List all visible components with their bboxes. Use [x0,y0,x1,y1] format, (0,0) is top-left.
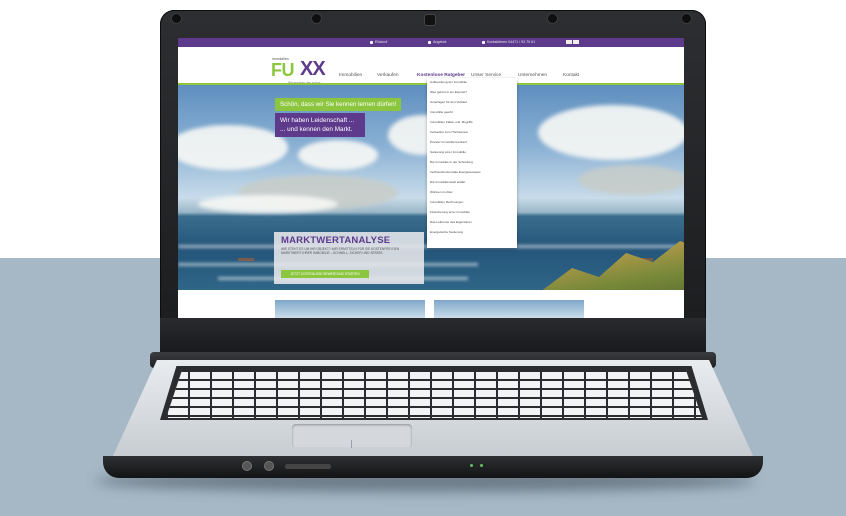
dropdown-item[interactable]: Finanzierung einer Immobilie [430,210,470,214]
site-topbar: Rückruf Angebot Kontaktieren 04471 / 93 … [178,38,684,47]
cloud [578,165,684,195]
topbar-contact-link[interactable]: Kontaktieren 04471 / 93 70 61 [482,40,535,44]
lid-screw-icon [312,14,321,23]
nav-unternehmen[interactable]: Unternehmen [518,73,547,78]
hero-headline-green: Schön, dass wir Sie kennen lernen dürfen… [275,98,402,111]
topbar-contact-label: Kontaktieren 04471 / 93 70 61 [487,40,536,44]
dropdown-item[interactable]: Sanierung einer Immobilie [430,150,466,154]
dropdown-item[interactable]: Was gehört in ein Exposé? [430,90,467,94]
logo-xx[interactable]: XX [300,58,326,81]
heart-icon [370,40,373,44]
phone-icon [482,40,485,44]
dropdown-item[interactable]: Verbraucherzentrale Energieausweis [430,170,481,174]
teaser-image[interactable] [275,300,425,318]
keyboard[interactable] [166,370,702,418]
nav-verkaufen[interactable]: Verkaufen [377,73,399,78]
nav-kontakt[interactable]: Kontakt [563,73,579,78]
touchpad-divider [351,440,352,448]
lid-screw-icon [172,14,181,23]
lid-screw-icon [682,14,691,23]
marktwert-start-button[interactable]: JETZT KOSTENLOSE BEWERTUNG STARTEN [281,270,369,278]
cloud [298,140,378,170]
cloud [538,105,684,160]
dropdown-item[interactable]: Das Leibrente des Eigentümer [430,220,472,224]
language-switcher[interactable] [566,40,580,45]
topbar-callback-label: Rückruf [375,40,388,44]
ship [238,258,254,261]
dropdown-item[interactable]: Wohnen im Alter [430,190,453,194]
dropdown-item[interactable]: Die Immobilie in der Scheidung [430,160,473,164]
audio-port-icon [243,462,251,470]
topbar-callback-link[interactable]: Rückruf [370,40,387,44]
dropdown-item[interactable]: Aufbereitung der Immobilie [430,80,467,84]
dropdown-item[interactable]: Unterlagen für den Verkauf [430,100,467,104]
card-slot [285,464,331,469]
flag-de-icon[interactable] [566,40,572,44]
dropdown-item[interactable]: Immobilien Fallen und -Begriffe [430,120,473,124]
cloud [198,195,338,213]
ratgeber-dropdown-menu: Aufbereitung der Immobilie Was gehört in… [427,78,517,248]
dune-grass [536,241,684,290]
topbar-offer-link[interactable]: Angebot [428,40,446,44]
hero-headline-purple: Wir haben Leidenschaft ... ... und kenne… [275,113,365,137]
status-led-icon [480,464,483,467]
dropdown-item[interactable]: Die Immobilienwelt erklärt [430,180,465,184]
dropdown-item[interactable]: Immobilien Rechnungen [430,200,463,204]
teaser-image[interactable] [434,300,584,318]
laptop-front-edge [103,456,763,478]
lid-screw-icon [548,14,557,23]
flag-en-icon[interactable] [573,40,579,44]
dropdown-item[interactable]: Verkaufen zum Höchstpreis [430,130,468,134]
dropdown-item[interactable]: Energetische Sanierung [430,230,463,234]
logo-fu[interactable]: FU [271,60,295,81]
marktwert-text: WIE STEHT ES UM IHR OBJEKT? WIR ERMITTEL… [281,247,400,256]
laptop-screen: Rückruf Angebot Kontaktieren 04471 / 93 … [178,38,684,318]
audio-port-icon [265,462,273,470]
dropdown-item[interactable]: Immobilie geerbt [430,110,453,114]
dropdown-item[interactable]: Privater Immobilienverkauf [430,140,467,144]
content-teasers [178,290,684,318]
status-led-icon [470,464,473,467]
webcam-icon [425,15,435,25]
topbar-offer-label: Angebot [433,40,447,44]
cloud [178,125,288,170]
heart-icon [428,40,431,44]
marktwert-title: MARKTWERTANALYSE [281,235,391,246]
nav-immobilien[interactable]: Immobilien [339,73,362,78]
touchpad[interactable] [292,424,412,448]
